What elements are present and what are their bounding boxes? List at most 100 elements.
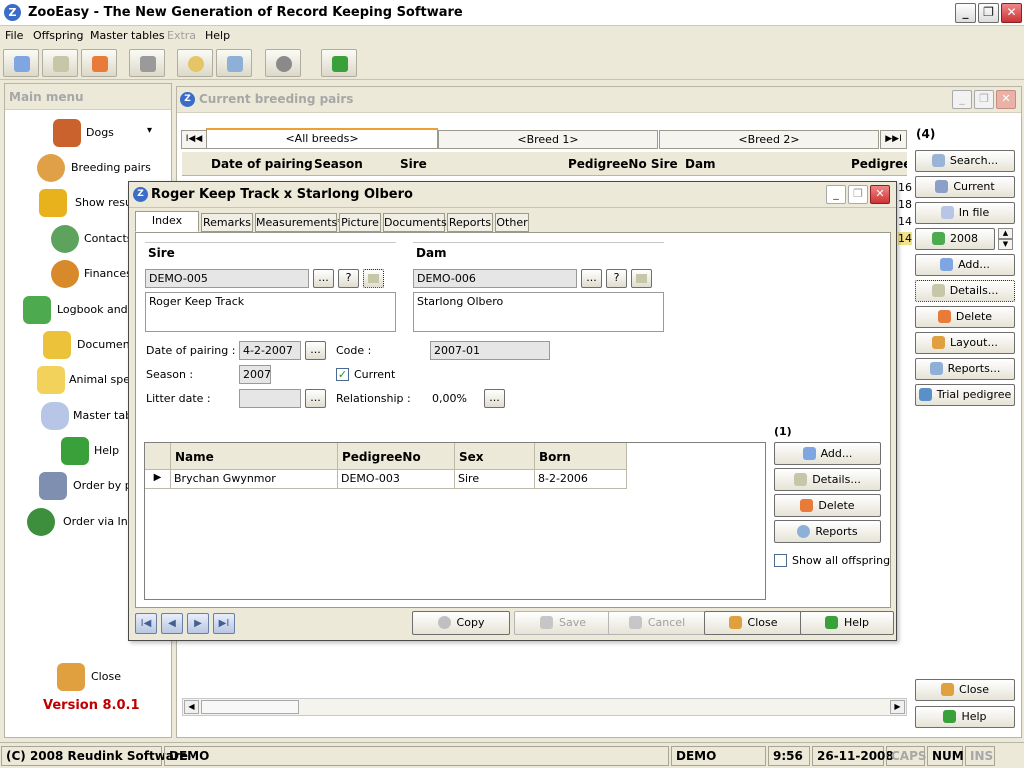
tab-measurements[interactable]: Measurements* (255, 213, 343, 232)
maximize-button[interactable]: ❐ (848, 185, 868, 204)
maximize-button[interactable]: ❐ (978, 3, 999, 23)
breed-tab-2[interactable]: <Breed 2> (659, 130, 879, 149)
year-up-arrow-icon[interactable]: ▲ (998, 228, 1013, 239)
main-menu-item-dogs[interactable]: Dogs ▾ (5, 117, 171, 151)
sire-name-field[interactable]: Roger Keep Track (145, 292, 396, 332)
copy-button[interactable]: Copy (412, 611, 510, 635)
cancel-button[interactable]: Cancel (608, 611, 706, 635)
tab-picture[interactable]: Picture (339, 213, 381, 232)
scroll-right-icon[interactable]: ▶ (890, 700, 905, 714)
date-picker-button[interactable]: ... (305, 341, 326, 360)
scroll-thumb[interactable] (201, 700, 299, 714)
column-header[interactable]: Name (171, 443, 338, 470)
add-button[interactable]: Add... (915, 254, 1015, 276)
litter-date-field[interactable] (239, 389, 301, 408)
maximize-button[interactable]: ❐ (974, 90, 994, 109)
tab-reports[interactable]: Reports (447, 213, 493, 232)
dialog-help-button[interactable]: Help (800, 611, 894, 635)
dam-code-field[interactable]: DEMO-006 (413, 269, 577, 288)
season-field[interactable]: 2007 (239, 365, 271, 384)
year-selector[interactable]: 2008 (915, 228, 995, 250)
dam-lookup-button[interactable]: ? (606, 269, 627, 288)
minimize-button[interactable]: _ (952, 90, 972, 109)
offspring-delete-button[interactable]: Delete (774, 494, 881, 517)
close-window-button[interactable]: ✕ (870, 185, 890, 204)
save-button[interactable]: Save (514, 611, 612, 635)
book-button[interactable] (321, 49, 357, 77)
column-header[interactable]: Sex (455, 443, 535, 470)
tab-other[interactable]: Other (495, 213, 529, 232)
sire-details-button[interactable] (363, 269, 384, 288)
menu-extra[interactable]: Extra (167, 29, 196, 42)
last-record-button[interactable]: ▶I (213, 613, 235, 634)
minimize-button[interactable]: _ (826, 185, 846, 204)
search-button[interactable]: Search... (915, 150, 1015, 172)
previous-record-button[interactable]: ◀ (161, 613, 183, 634)
current-button[interactable]: Current (915, 176, 1015, 198)
column-header[interactable]: PedigreeNo Sire (568, 157, 678, 171)
current-checkbox[interactable]: ✓ (336, 368, 349, 381)
column-header[interactable]: Season (314, 157, 363, 171)
column-header[interactable]: PedigreeNo (338, 443, 455, 470)
dam-details-button[interactable] (631, 269, 652, 288)
tab-documents[interactable]: Documents (383, 213, 447, 232)
reports-button[interactable]: Reports... (915, 358, 1015, 380)
horizontal-scrollbar[interactable]: ◀ ▶ (182, 698, 907, 716)
next-record-button[interactable]: ▶ (187, 613, 209, 634)
sire-code-field[interactable]: DEMO-005 (145, 269, 309, 288)
edit-button[interactable] (42, 49, 78, 77)
column-header[interactable]: Date of pairing (211, 157, 313, 171)
new-button[interactable] (3, 49, 39, 77)
show-all-offspring-checkbox[interactable] (774, 554, 787, 567)
close-window-button[interactable]: ✕ (996, 90, 1016, 109)
first-breed-button[interactable]: I◀◀ (181, 130, 207, 149)
column-header[interactable]: PedigreeN (851, 157, 907, 171)
menu-file[interactable]: File (5, 29, 23, 42)
column-header[interactable]: Born (535, 443, 627, 470)
trial-pedigree-button[interactable]: Trial pedigree (915, 384, 1015, 406)
search-button[interactable] (177, 49, 213, 77)
dialog-close-button[interactable]: Close (704, 611, 802, 635)
save-button[interactable] (129, 49, 165, 77)
column-header[interactable]: Sire (400, 157, 427, 171)
window-close-button[interactable]: Close (915, 679, 1015, 701)
dam-browse-button[interactable]: ... (581, 269, 602, 288)
dam-name-field[interactable]: Starlong Olbero (413, 292, 664, 332)
table-cell[interactable]: 8-2-2006 (535, 470, 627, 489)
layout-button[interactable]: Layout... (915, 332, 1015, 354)
relationship-button[interactable]: ... (484, 389, 505, 408)
tab-remarks[interactable]: Remarks (201, 213, 253, 232)
details-button[interactable]: Details... (915, 280, 1015, 302)
menu-offspring[interactable]: Offspring (33, 29, 83, 42)
offspring-add-button[interactable]: Add... (774, 442, 881, 465)
breed-tab-1[interactable]: <Breed 1> (438, 130, 658, 149)
row-pointer-icon[interactable]: ▶ (145, 470, 171, 489)
litter-date-picker-button[interactable]: ... (305, 389, 326, 408)
minimize-button[interactable]: _ (955, 3, 976, 23)
menu-master-tables[interactable]: Master tables (90, 29, 165, 42)
close-window-button[interactable]: ✕ (1001, 3, 1022, 23)
scroll-left-icon[interactable]: ◀ (184, 700, 199, 714)
table-cell[interactable]: DEMO-003 (338, 470, 455, 489)
last-breed-button[interactable]: ▶▶I (880, 130, 907, 149)
breed-tab-all[interactable]: <All breeds> (206, 128, 438, 149)
sire-browse-button[interactable]: ... (313, 269, 334, 288)
table-cell[interactable]: Sire (455, 470, 535, 489)
search-db-button[interactable] (216, 49, 252, 77)
code-field[interactable]: 2007-01 (430, 341, 550, 360)
in-file-button[interactable]: In file (915, 202, 1015, 224)
chat-button[interactable] (265, 49, 301, 77)
offspring-reports-button[interactable]: Reports (774, 520, 881, 543)
offspring-details-button[interactable]: Details... (774, 468, 881, 491)
column-header[interactable]: Dam (685, 157, 716, 171)
menu-help[interactable]: Help (205, 29, 230, 42)
window-help-button[interactable]: Help (915, 706, 1015, 728)
main-menu-close[interactable]: Close (5, 661, 171, 695)
date-of-pairing-field[interactable]: 4-2-2007 (239, 341, 301, 360)
table-cell[interactable]: Brychan Gwynmor (171, 470, 338, 489)
year-down-arrow-icon[interactable]: ▼ (998, 239, 1013, 250)
tab-index-data[interactable]: Index data* (135, 211, 199, 244)
delete-button[interactable]: Delete (915, 306, 1015, 328)
first-record-button[interactable]: I◀ (135, 613, 157, 634)
chevron-down-icon[interactable]: ▾ (147, 125, 152, 136)
